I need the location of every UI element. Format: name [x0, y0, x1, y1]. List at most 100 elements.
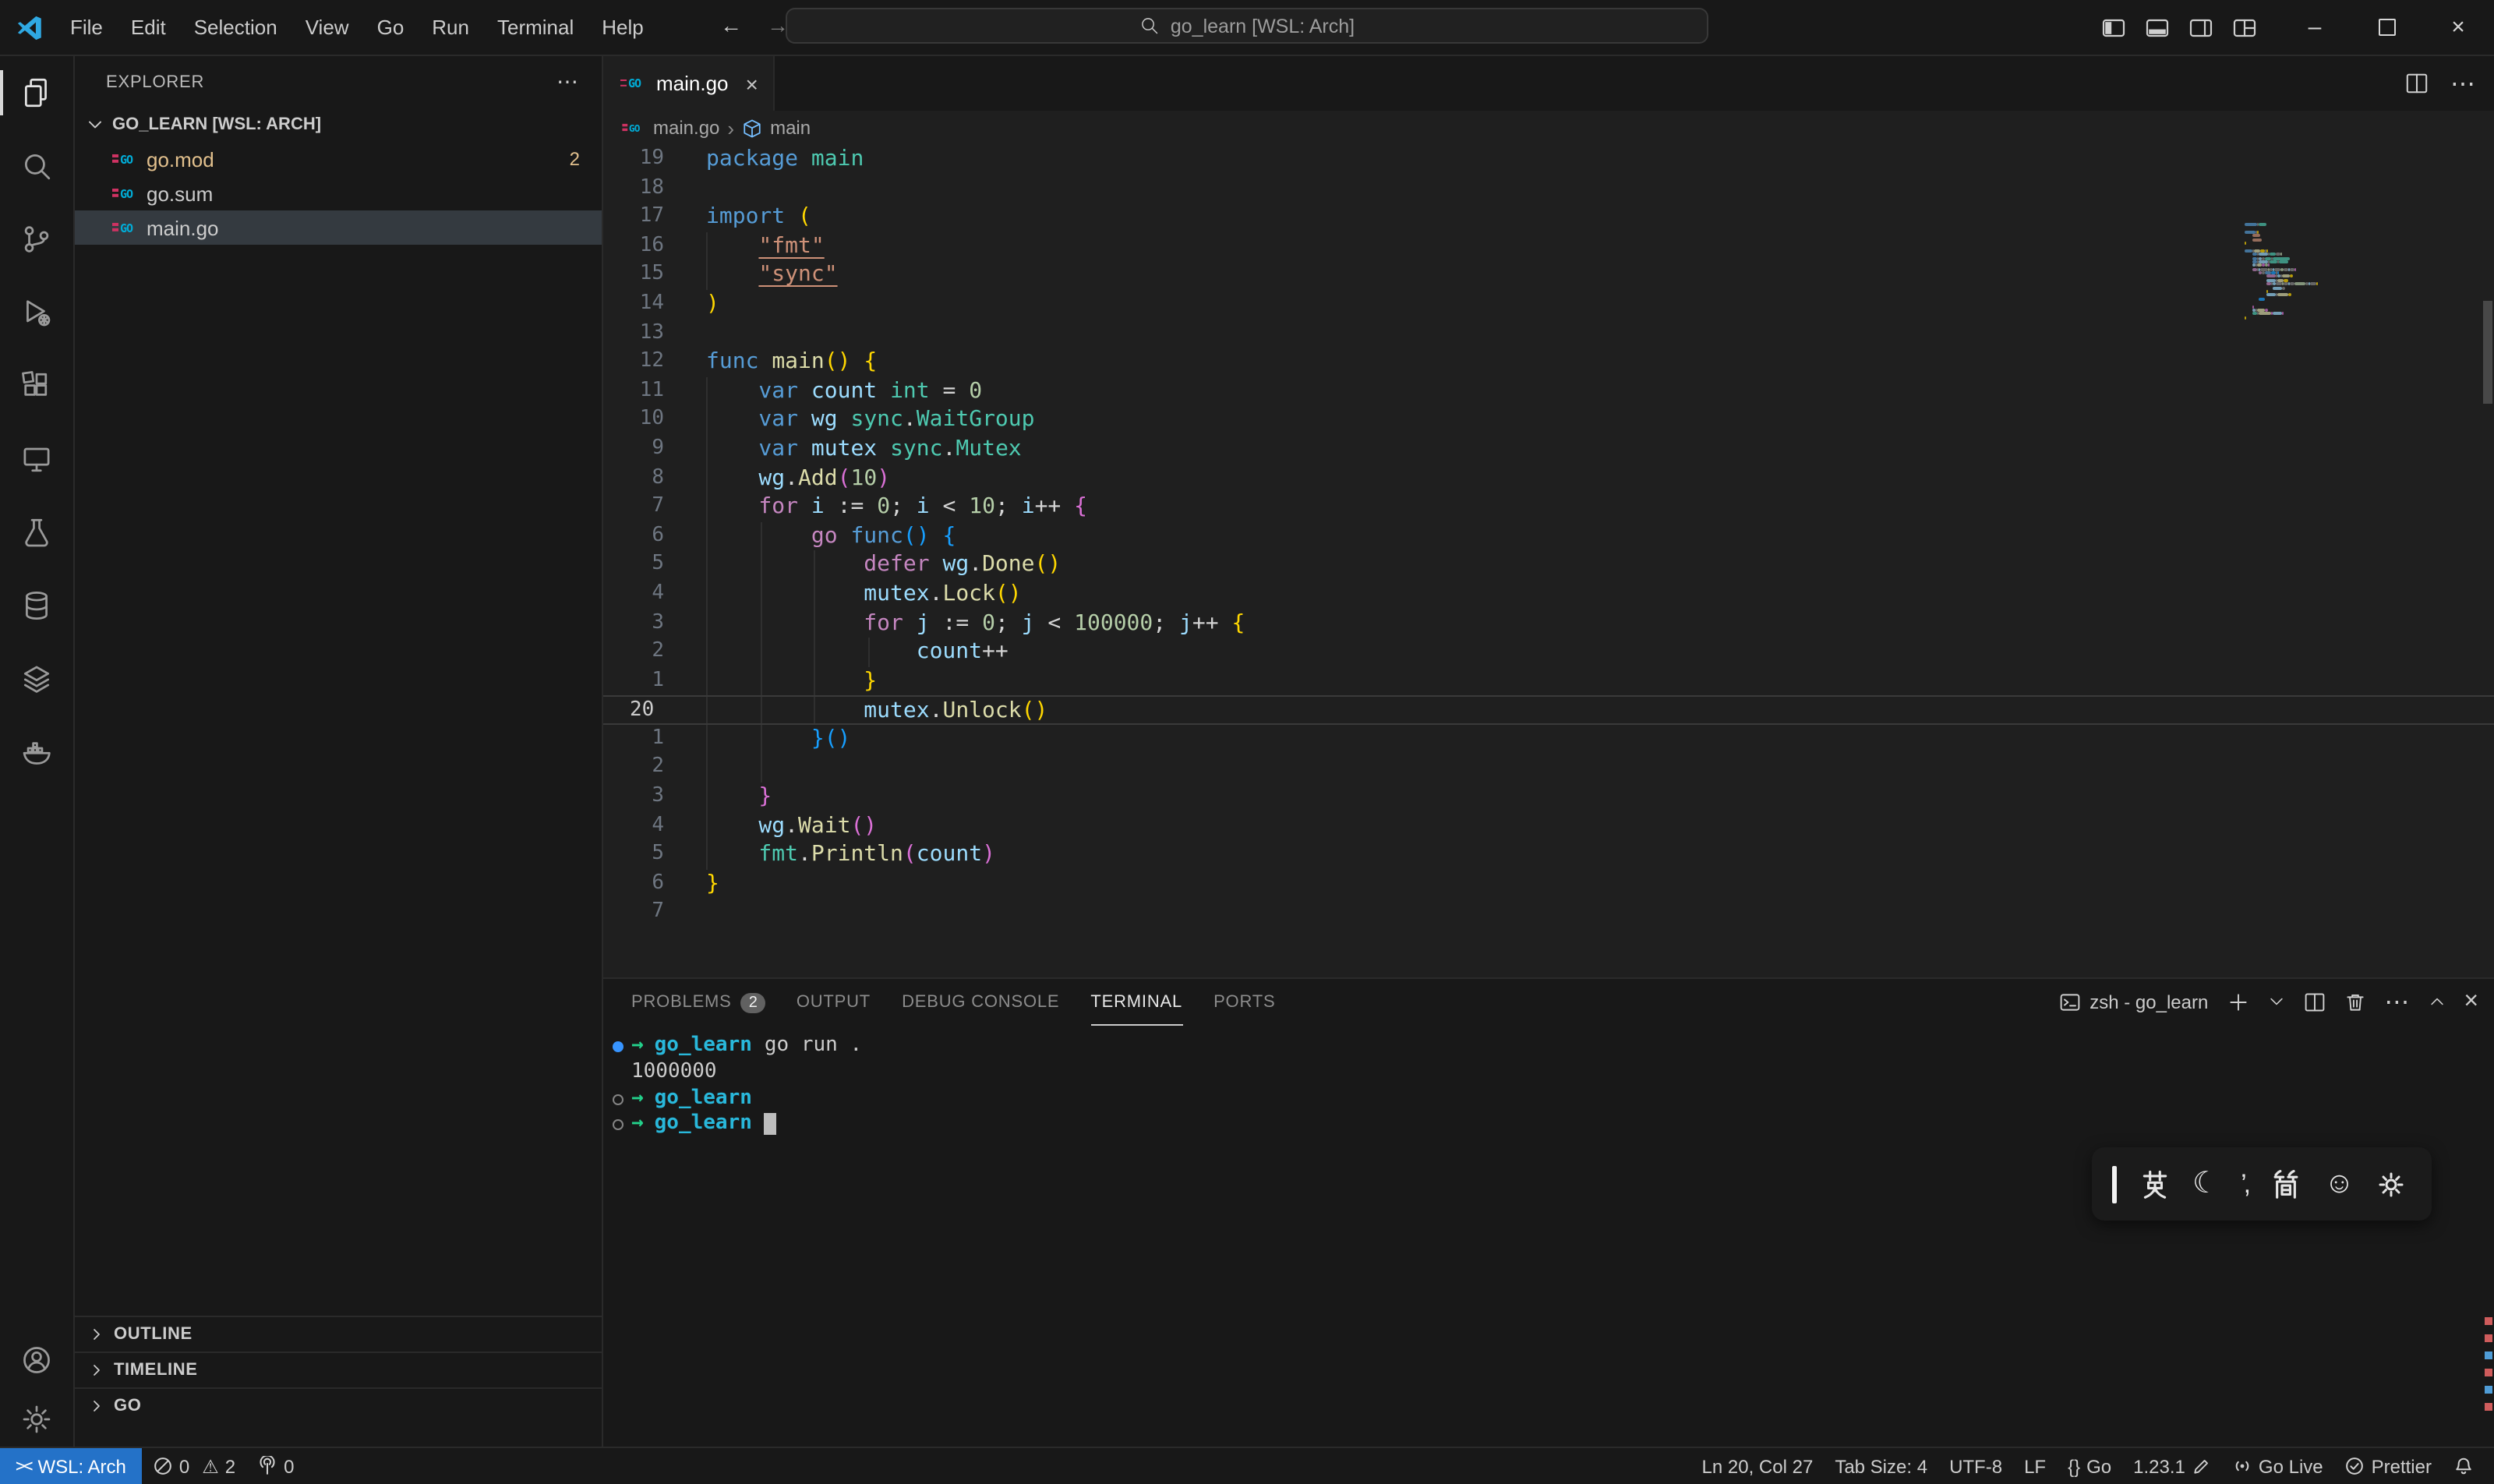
- tab-main-go[interactable]: GO main.go ×: [602, 56, 775, 111]
- editor-more-actions-icon[interactable]: ⋯: [2450, 68, 2475, 99]
- line-number[interactable]: 9: [602, 435, 687, 464]
- new-terminal-icon[interactable]: [2227, 991, 2248, 1012]
- accounts-button[interactable]: [0, 1330, 73, 1389]
- code-line-content[interactable]: [687, 899, 2494, 928]
- code-line[interactable]: 5fmt.Println(count): [602, 841, 2494, 870]
- code-line[interactable]: 12func main() {: [602, 348, 2494, 376]
- line-number[interactable]: 3: [602, 609, 687, 638]
- terminal[interactable]: →go_learngo run .1000000→go_learn→go_lea…: [602, 1034, 2494, 1448]
- code-line-content[interactable]: }(): [687, 725, 2494, 754]
- breadcrumb-symbol[interactable]: main: [770, 117, 811, 139]
- code-line[interactable]: 19package main: [602, 145, 2494, 174]
- eol-sequence[interactable]: LF: [2013, 1448, 2057, 1484]
- split-terminal-icon[interactable]: [2303, 991, 2325, 1012]
- activity-remote-explorer[interactable]: [0, 422, 73, 496]
- remote-indicator[interactable]: >< WSL: Arch: [0, 1448, 142, 1484]
- line-number[interactable]: 8: [602, 464, 687, 493]
- panel-tab-ports[interactable]: PORTS: [1213, 980, 1275, 1025]
- line-number[interactable]: 20: [602, 698, 687, 723]
- code-line[interactable]: 6}: [602, 870, 2494, 899]
- code-line-content[interactable]: mutex.Lock(): [687, 580, 2494, 609]
- activity-database[interactable]: [0, 569, 73, 642]
- code-line-content[interactable]: [687, 174, 2494, 203]
- activity-docker[interactable]: [0, 716, 73, 789]
- terminal-line[interactable]: 1000000: [602, 1060, 2494, 1086]
- code-line-content[interactable]: for i := 0; i < 10; i++ {: [687, 493, 2494, 521]
- navigate-back-icon[interactable]: ←: [720, 12, 742, 37]
- code-line-content[interactable]: count++: [687, 638, 2494, 666]
- activity-explorer[interactable]: [0, 56, 73, 129]
- code-line-content[interactable]: fmt.Println(count): [687, 841, 2494, 870]
- code-line[interactable]: 7: [602, 899, 2494, 928]
- line-number[interactable]: 7: [602, 493, 687, 521]
- line-number[interactable]: 6: [602, 521, 687, 550]
- code-line-content[interactable]: mutex.Unlock(): [687, 698, 2494, 723]
- close-tab-icon[interactable]: ×: [746, 71, 758, 96]
- code-line-content[interactable]: var mutex sync.Mutex: [687, 435, 2494, 464]
- terminal-output[interactable]: →go_learngo run .1000000→go_learn→go_lea…: [602, 1034, 2494, 1138]
- menu-run[interactable]: Run: [418, 11, 483, 44]
- menu-view[interactable]: View: [291, 11, 363, 44]
- line-number[interactable]: 7: [602, 899, 687, 928]
- half-width-moon-icon[interactable]: ☾: [2192, 1166, 2219, 1202]
- line-number[interactable]: 4: [602, 811, 687, 840]
- code-line-content[interactable]: var wg sync.WaitGroup: [687, 406, 2494, 435]
- panel-tab-terminal[interactable]: TERMINAL: [1090, 980, 1182, 1025]
- minimize-button[interactable]: –: [2279, 0, 2351, 55]
- code-line-content[interactable]: func main() {: [687, 348, 2494, 376]
- panel-tab-debug-console[interactable]: DEBUG CONSOLE: [902, 980, 1059, 1025]
- go-version-status[interactable]: 1.23.1: [2122, 1448, 2221, 1484]
- line-number[interactable]: 4: [602, 580, 687, 609]
- split-editor-icon[interactable]: [2405, 72, 2429, 95]
- kill-terminal-trash-icon[interactable]: [2344, 991, 2365, 1012]
- punctuation-mode-icon[interactable]: ’,: [2241, 1168, 2248, 1200]
- toggle-sidebar-icon[interactable]: [2101, 15, 2126, 40]
- line-number[interactable]: 11: [602, 377, 687, 406]
- line-number[interactable]: 19: [602, 145, 687, 174]
- activity-search[interactable]: [0, 129, 73, 203]
- maximize-panel-chevron-icon[interactable]: [2428, 993, 2445, 1010]
- go-live-button[interactable]: Go Live: [2221, 1448, 2334, 1484]
- settings-button[interactable]: [0, 1389, 73, 1448]
- code-line[interactable]: 8wg.Add(10): [602, 464, 2494, 493]
- code-line-content[interactable]: package main: [687, 145, 2494, 174]
- activity-testing[interactable]: [0, 496, 73, 569]
- code-line-content[interactable]: wg.Add(10): [687, 464, 2494, 493]
- menu-help[interactable]: Help: [588, 11, 658, 44]
- code-line-content[interactable]: for j := 0; j < 100000; j++ {: [687, 609, 2494, 638]
- menu-selection[interactable]: Selection: [180, 11, 291, 44]
- line-number[interactable]: 17: [602, 203, 687, 231]
- panel-tab-problems[interactable]: PROBLEMS 2: [631, 980, 765, 1025]
- line-number[interactable]: 1: [602, 725, 687, 754]
- line-number[interactable]: 2: [602, 754, 687, 783]
- line-number[interactable]: 5: [602, 551, 687, 580]
- code-line-content[interactable]: defer wg.Done(): [687, 551, 2494, 580]
- code-line-content[interactable]: }: [687, 666, 2494, 695]
- code-line-content[interactable]: [687, 754, 2494, 783]
- command-decoration-hollow[interactable]: [613, 1120, 624, 1131]
- ime-settings-gear-icon[interactable]: [2376, 1168, 2407, 1200]
- line-number[interactable]: 12: [602, 348, 687, 376]
- activity-run-debug[interactable]: [0, 276, 73, 349]
- code-line[interactable]: 1}: [602, 666, 2494, 695]
- line-number[interactable]: 13: [602, 319, 687, 348]
- code-line[interactable]: 4mutex.Lock(): [602, 580, 2494, 609]
- code-line-content[interactable]: }: [687, 870, 2494, 899]
- line-number[interactable]: 5: [602, 841, 687, 870]
- code-line-content[interactable]: import (: [687, 203, 2494, 231]
- hanzi-ying-icon[interactable]: [2138, 1168, 2171, 1200]
- code-line[interactable]: 17import (: [602, 203, 2494, 231]
- code-line-content[interactable]: "fmt": [687, 232, 2494, 261]
- section-timeline[interactable]: TIMELINE: [75, 1352, 602, 1387]
- activity-extensions[interactable]: [0, 349, 73, 422]
- activity-layers[interactable]: [0, 642, 73, 716]
- code-line-content[interactable]: [687, 319, 2494, 348]
- terminal-dropdown-chevron-icon[interactable]: [2267, 993, 2284, 1010]
- code-line-content[interactable]: wg.Wait(): [687, 811, 2494, 840]
- menu-go[interactable]: Go: [363, 11, 419, 44]
- terminal-session-select[interactable]: zsh - go_learn: [2058, 991, 2208, 1012]
- encoding[interactable]: UTF-8: [1938, 1448, 2013, 1484]
- terminal-line[interactable]: →go_learn: [602, 1086, 2494, 1112]
- code-line[interactable]: 14): [602, 290, 2494, 319]
- menu-file[interactable]: File: [56, 11, 117, 44]
